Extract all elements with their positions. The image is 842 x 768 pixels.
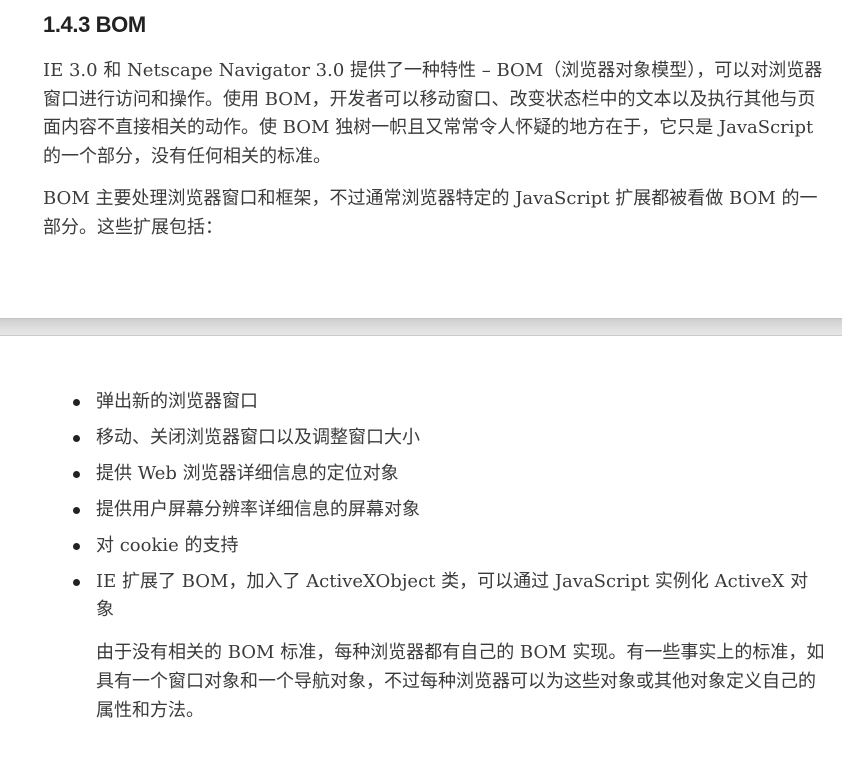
paragraph-bom-standards: 由于没有相关的 BOM 标准，每种浏览器都有自己的 BOM 实现。有一些事实上的… (96, 642, 825, 721)
list-item-text: 对 cookie 的支持 (96, 535, 239, 556)
list-item: IE 扩展了 BOM，加入了 ActiveXObject 类，可以通过 Java… (0, 568, 842, 624)
page-bottom-section: 弹出新的浏览器窗口 移动、关闭浏览器窗口以及调整窗口大小 提供 Web 浏览器详… (0, 336, 842, 768)
list-item-text: 提供用户屏幕分辨率详细信息的屏幕对象 (96, 499, 420, 520)
list-item: 弹出新的浏览器窗口 (0, 388, 842, 416)
bullet-dot-icon (73, 507, 80, 514)
list-item: 移动、关闭浏览器窗口以及调整窗口大小 (0, 424, 842, 452)
paragraph-bom-extensions: BOM 主要处理浏览器窗口和框架，不过通常浏览器特定的 JavaScript 扩… (43, 188, 818, 238)
list-item: 对 cookie 的支持 (0, 532, 842, 560)
section-heading: 1.4.3 BOM (43, 12, 146, 37)
bullet-dot-icon (73, 471, 80, 478)
page-break-divider (0, 318, 842, 336)
page-top-section: 1.4.3 BOM IE 3.0 和 Netscape Navigator 3.… (0, 0, 842, 318)
bullet-dot-icon (73, 543, 80, 550)
bom-extension-list: 弹出新的浏览器窗口 移动、关闭浏览器窗口以及调整窗口大小 提供 Web 浏览器详… (0, 388, 842, 632)
list-item: 提供 Web 浏览器详细信息的定位对象 (0, 460, 842, 488)
list-item-text: 提供 Web 浏览器详细信息的定位对象 (96, 463, 399, 484)
list-item-text: 移动、关闭浏览器窗口以及调整窗口大小 (96, 427, 420, 448)
document-page: 1.4.3 BOM IE 3.0 和 Netscape Navigator 3.… (0, 0, 842, 768)
list-item-text: 弹出新的浏览器窗口 (96, 391, 258, 412)
bullet-dot-icon (73, 399, 80, 406)
list-item-text: IE 扩展了 BOM，加入了 ActiveXObject 类，可以通过 Java… (96, 571, 809, 620)
list-item: 提供用户屏幕分辨率详细信息的屏幕对象 (0, 496, 842, 524)
bullet-dot-icon (73, 579, 80, 586)
paragraph-bom-intro: IE 3.0 和 Netscape Navigator 3.0 提供了一种特性 … (43, 60, 823, 167)
bullet-dot-icon (73, 435, 80, 442)
